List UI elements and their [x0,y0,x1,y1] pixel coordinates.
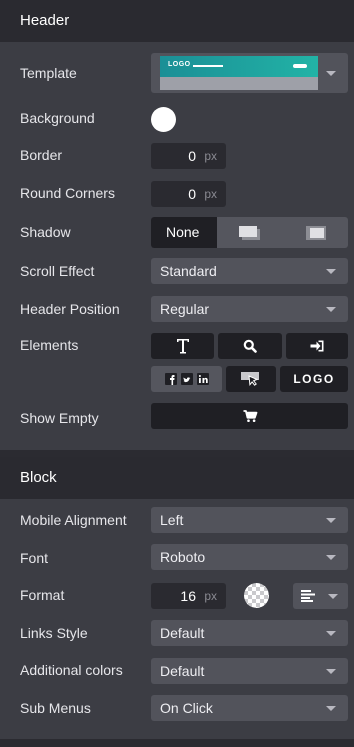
format-label: Format [20,587,65,603]
element-social-button[interactable] [151,366,222,392]
shadow-small-icon [239,225,260,240]
show-empty-label: Show Empty [20,410,99,426]
search-icon [243,339,257,353]
mobile-alignment-label: Mobile Alignment [20,512,127,528]
round-corners-unit: px [204,187,217,201]
cursor-icon [241,372,259,386]
format-size-unit: px [204,589,217,603]
chevron-down-icon [326,269,336,274]
border-input[interactable]: 0 px [151,143,226,169]
border-unit: px [204,149,217,163]
chevron-down-icon [326,307,336,312]
social-icons [164,373,209,385]
sub-menus-select[interactable]: On Click [151,695,348,721]
template-preview-logo: LOGO [168,61,191,68]
element-text-button[interactable] [151,333,214,359]
element-logo-button[interactable]: LOGO [280,366,348,392]
links-style-value: Default [160,625,205,641]
format-align-select[interactable] [293,583,348,609]
element-login-button[interactable] [286,333,348,359]
font-value: Roboto [160,549,206,565]
template-preview-button [293,64,307,68]
mobile-alignment-value: Left [160,512,184,528]
links-style-label: Links Style [20,625,88,641]
additional-colors-value: Default [160,663,205,679]
round-corners-input[interactable]: 0 px [151,181,226,207]
round-corners-label: Round Corners [20,185,115,201]
chevron-down-icon [328,594,338,599]
template-preview-menu [193,65,223,67]
round-corners-value: 0 [188,186,196,202]
shadow-large-button[interactable] [283,217,348,248]
shadow-none-button[interactable]: None [151,217,217,248]
login-icon [310,340,324,352]
chevron-down-icon [326,706,336,711]
template-label: Template [20,65,77,81]
logo-icon: LOGO [293,372,335,386]
cart-icon [243,410,257,422]
header-section-title: Header [20,12,70,29]
block-section-title: Block [20,469,57,486]
header-position-select[interactable]: Regular [151,296,348,322]
additional-colors-label: Additional colors [20,662,123,678]
chevron-down-icon [326,669,336,674]
border-label: Border [20,147,63,163]
font-select[interactable]: Roboto [151,544,348,570]
links-style-select[interactable]: Default [151,620,348,646]
additional-colors-select[interactable]: Default [151,658,348,684]
shadow-small-button[interactable] [217,217,283,248]
font-label: Font [20,550,49,566]
chevron-down-icon [326,555,336,560]
header-position-label: Header Position [20,301,120,317]
scroll-effect-select[interactable]: Standard [151,258,348,284]
scroll-effect-label: Scroll Effect [20,263,95,279]
elements-label: Elements [20,337,79,353]
chevron-down-icon [326,71,336,76]
text-icon [176,339,189,354]
shadow-label: Shadow [20,224,71,240]
chevron-down-icon [326,518,336,523]
sub-menus-value: On Click [160,700,213,716]
shadow-large-icon [305,225,326,240]
format-color-picker[interactable] [244,583,269,608]
element-cursor-button[interactable] [226,366,276,392]
element-search-button[interactable] [218,333,282,359]
background-color-swatch[interactable] [151,107,176,132]
header-position-value: Regular [160,301,210,317]
scroll-effect-value: Standard [160,263,217,279]
format-size-value: 16 [180,588,196,604]
background-label: Background [20,110,95,126]
align-left-icon [301,590,315,602]
format-size-input[interactable]: 16 px [151,583,226,609]
mobile-alignment-select[interactable]: Left [151,507,348,533]
shadow-none-label: None [166,224,200,240]
template-preview: LOGO [160,56,318,90]
template-dropdown[interactable]: LOGO [151,53,348,93]
block-section-title-bar: Block [0,457,354,499]
chevron-down-icon [326,631,336,636]
show-empty-cart-button[interactable] [151,403,348,429]
sub-menus-label: Sub Menus [20,700,91,716]
border-value: 0 [188,148,196,164]
shadow-toggle-group: None [151,217,348,248]
header-section-title-bar: Header [0,0,354,42]
